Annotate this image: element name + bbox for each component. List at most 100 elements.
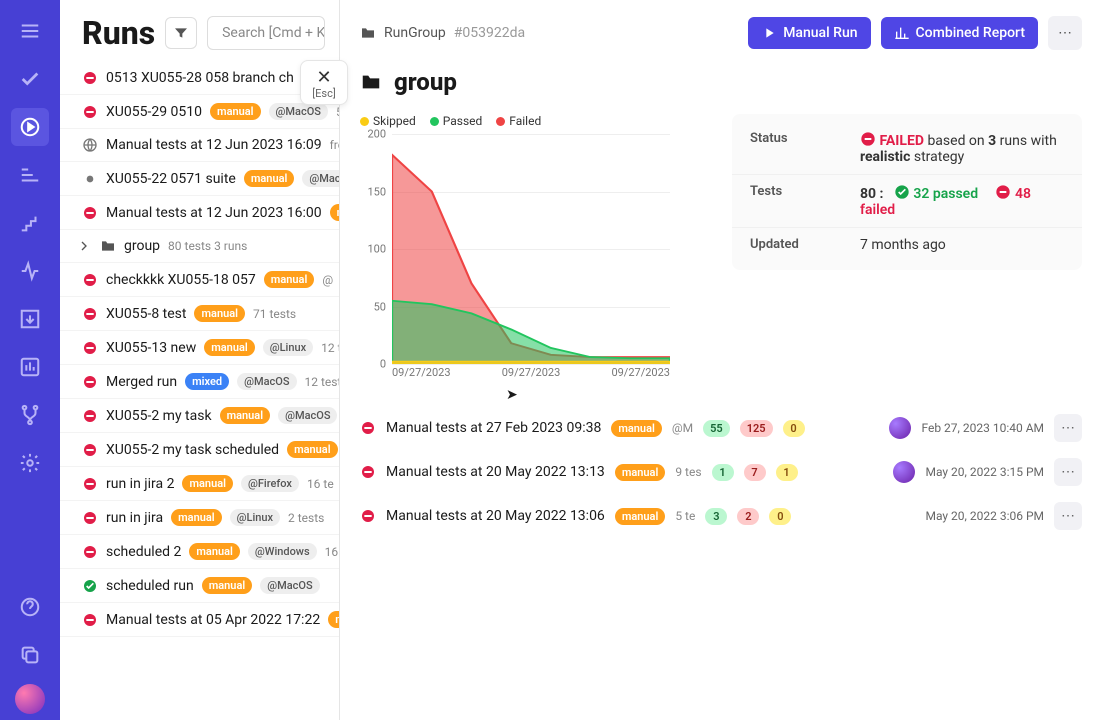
- nav-import-icon[interactable]: [11, 300, 49, 338]
- manual-badge: manual: [330, 204, 339, 221]
- run-meta: 71 tests: [253, 307, 296, 321]
- status-label: Status: [750, 131, 860, 165]
- status-icon: [82, 171, 98, 187]
- manual-run-button[interactable]: Manual Run: [748, 17, 870, 49]
- run-name: Merged run: [106, 374, 177, 390]
- nav-avatar[interactable]: [15, 684, 45, 714]
- group-run-item[interactable]: Manual tests at 27 Feb 2023 09:38manual@…: [360, 406, 1082, 450]
- nav-settings-icon[interactable]: [11, 444, 49, 482]
- group-run-item[interactable]: Manual tests at 20 May 2022 13:13manual9…: [360, 450, 1082, 494]
- status-icon: [82, 137, 98, 153]
- avatar: [889, 417, 911, 439]
- more-button[interactable]: ⋯: [1054, 458, 1082, 486]
- group-runs-list: Manual tests at 27 Feb 2023 09:38manual@…: [340, 384, 1102, 538]
- search-input[interactable]: Search [Cmd + K]: [207, 16, 325, 50]
- os-badge: @MacOS: [269, 103, 328, 120]
- run-meta: 12 t: [321, 341, 339, 355]
- nav-runs[interactable]: [11, 108, 49, 146]
- status-value: FAILED based on 3 runs with realistic st…: [860, 131, 1064, 165]
- run-list-item[interactable]: XU055-22 0571 suitemanual@Mac: [60, 162, 339, 196]
- run-name: Manual tests at 27 Feb 2023 09:38: [386, 420, 601, 436]
- more-button[interactable]: ⋯: [1054, 414, 1082, 442]
- nav-chart-icon[interactable]: [11, 348, 49, 386]
- run-list-item[interactable]: XU055-13 newmanual@Linux12 t: [60, 331, 339, 365]
- fail-count: 125: [740, 420, 773, 437]
- nav-activity-icon[interactable]: [11, 252, 49, 290]
- group-run-item[interactable]: Manual tests at 20 May 2022 13:06manual5…: [360, 494, 1082, 538]
- os-badge: @Windows: [248, 543, 317, 560]
- chevron-right-icon: [76, 238, 92, 254]
- left-pane: Runs Search [Cmd + K] 0513 XU055-28 058 …: [60, 0, 340, 720]
- run-list-item[interactable]: XU055-8 testmanual71 tests: [60, 297, 339, 331]
- run-list-item[interactable]: XU055-2 my task scheduledmanual: [60, 433, 339, 467]
- more-button[interactable]: ⋯: [1048, 16, 1082, 50]
- run-meta: 2 tests: [288, 511, 324, 525]
- run-list-item[interactable]: checkkkk XU055-18 057manual@: [60, 263, 339, 297]
- status-icon: [82, 612, 98, 628]
- run-name: scheduled 2: [106, 544, 181, 560]
- status-icon: [82, 544, 98, 560]
- manual-badge: manual: [615, 508, 666, 525]
- status-icon: [82, 205, 98, 221]
- skip-count: 0: [769, 508, 791, 525]
- folder-icon: [360, 71, 382, 93]
- manual-badge: manual: [202, 577, 253, 594]
- run-list-item[interactable]: XU055-2 my taskmanual@MacOS: [60, 399, 339, 433]
- nav-check[interactable]: [11, 60, 49, 98]
- manual-badge: manual: [171, 509, 222, 526]
- os-badge: @MacOS: [278, 407, 337, 424]
- nav-steps-icon[interactable]: [11, 204, 49, 242]
- breadcrumb-hash: #053922da: [454, 25, 525, 41]
- status-icon: [82, 104, 98, 120]
- skip-count: 0: [783, 420, 805, 437]
- status-icon: [82, 374, 98, 390]
- run-list: 0513 XU055-28 058 branch chXU055-29 0510…: [60, 62, 339, 720]
- manual-badge: manual: [220, 407, 271, 424]
- nav-branch-icon[interactable]: [11, 396, 49, 434]
- manual-badge: manual: [204, 339, 255, 356]
- close-peek-button[interactable]: ✕ [Esc]: [300, 60, 348, 105]
- run-list-item[interactable]: run in jiramanual@Linux2 tests: [60, 501, 339, 535]
- run-name: Manual tests at 12 Jun 2023 16:00: [106, 205, 322, 221]
- search-placeholder: Search [Cmd + K]: [222, 25, 325, 41]
- run-meta: fron: [330, 138, 339, 152]
- run-list-item[interactable]: 0513 XU055-28 058 branch ch: [60, 62, 339, 95]
- run-name: run in jira 2: [106, 476, 174, 492]
- more-button[interactable]: ⋯: [1054, 502, 1082, 530]
- os-badge: @MacOS: [237, 373, 296, 390]
- combined-report-button[interactable]: Combined Report: [881, 17, 1038, 49]
- manual-badge: manual: [264, 271, 315, 288]
- status-icon: [82, 70, 98, 86]
- run-name: scheduled run: [106, 578, 194, 594]
- run-list-item[interactable]: scheduled run manual @MacOS: [60, 569, 339, 603]
- breadcrumb: RunGroup #053922da: [360, 25, 525, 41]
- run-name: Manual tests at 12 Jun 2023 16:09: [106, 137, 322, 153]
- manual-badge: manual: [287, 441, 338, 458]
- run-meta: 5: [336, 105, 339, 119]
- run-list-item[interactable]: Manual tests at 12 Jun 2023 16:00 manual: [60, 196, 339, 230]
- run-list-item[interactable]: XU055-29 0510manual@MacOS5: [60, 95, 339, 129]
- fail-count: 7: [744, 464, 766, 481]
- run-list-item[interactable]: Merged runmixed@MacOS12 test: [60, 365, 339, 399]
- info-panel: Status FAILED based on 3 runs with reali…: [732, 114, 1082, 270]
- run-name: XU055-13 new: [106, 340, 196, 356]
- pass-count: 3: [705, 508, 727, 525]
- run-list-item[interactable]: group80 tests 3 runs: [60, 230, 339, 263]
- run-list-item[interactable]: Manual tests at 05 Apr 2022 17:22manual: [60, 603, 339, 637]
- run-list-item[interactable]: run in jira 2manual@Firefox16 te: [60, 467, 339, 501]
- manual-badge: manual: [611, 420, 662, 437]
- run-list-item[interactable]: scheduled 2manual@Windows16: [60, 535, 339, 569]
- nav-copy-icon[interactable]: [11, 636, 49, 674]
- run-list-item[interactable]: Manual tests at 12 Jun 2023 16:09 fron: [60, 129, 339, 162]
- breadcrumb-label: RunGroup: [384, 25, 446, 41]
- run-name: Manual tests at 05 Apr 2022 17:22: [106, 612, 320, 628]
- status-icon: [82, 306, 98, 322]
- nav-help-icon[interactable]: [11, 588, 49, 626]
- nav-hamburger[interactable]: [11, 12, 49, 50]
- run-name: 0513 XU055-28 058 branch ch: [106, 70, 294, 86]
- os-badge: @Linux: [230, 509, 280, 526]
- os-badge: @MacOS: [260, 577, 319, 594]
- tests-label: Tests: [750, 184, 860, 218]
- nav-list-icon[interactable]: [11, 156, 49, 194]
- filter-button[interactable]: [165, 17, 197, 49]
